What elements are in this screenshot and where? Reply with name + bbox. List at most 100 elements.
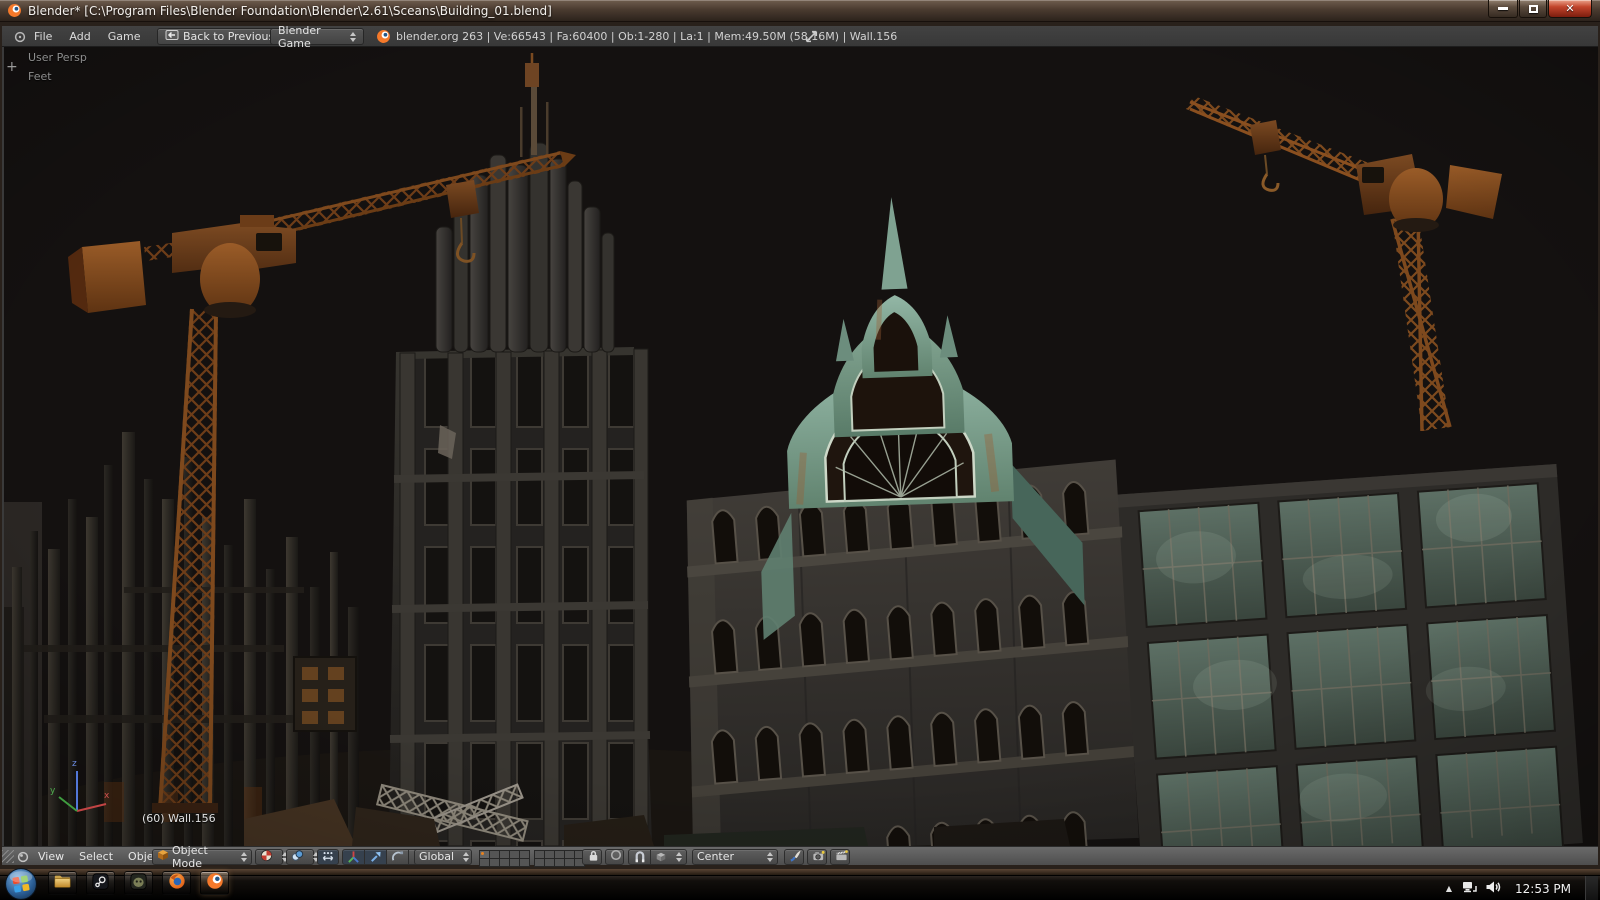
firefox-icon [168,872,186,894]
taskbar-blender-button[interactable] [200,871,229,895]
pivot-spheres-icon [291,849,304,865]
folder-icon [53,873,72,893]
volume-icon[interactable] [1485,879,1501,898]
show-desktop-button[interactable] [1585,876,1598,900]
svg-text:y: y [50,786,56,796]
proportional-edit-toggle[interactable] [605,848,624,865]
viewport-scene [4,47,1598,846]
layer-cell[interactable] [490,859,499,866]
opengl-render-anim-button[interactable] [830,848,850,865]
svg-text:z: z [72,759,77,769]
taskbar: ▲ 12:53 PM [0,868,1600,900]
taskbar-explorer-button[interactable] [48,871,77,895]
layer-group-2 [534,850,585,867]
minimize-button[interactable] [1488,0,1518,18]
menu-select[interactable]: Select [79,847,113,866]
editor-type-icon[interactable] [14,31,26,46]
blender-icon [206,872,224,894]
layer-cell[interactable] [565,851,574,858]
menu-add[interactable]: Add [69,26,90,47]
layer-cell[interactable] [520,859,529,866]
unit-label: Feet [28,70,52,83]
blender-logo-icon [376,29,391,47]
menu-game[interactable]: Game [108,26,141,47]
taskbar-dark-app-button[interactable] [124,871,153,895]
layers-widget [479,850,585,867]
region-expand-icon[interactable]: + [6,59,18,75]
start-button[interactable] [4,867,38,900]
view-menus: View Select Object [38,847,164,866]
translate-manipulator-toggle[interactable] [364,848,387,865]
viewport-3d[interactable]: + User Persp Feet (60) Wall.156 z x y [2,47,1598,846]
maximize-button[interactable] [1519,0,1547,18]
layer-cell[interactable] [535,851,544,858]
layer-cell[interactable] [565,859,574,866]
dropdown-arrows-icon [235,851,247,862]
taskbar-buttons [48,871,229,895]
orientation-select[interactable]: Global [414,848,472,865]
pivot-point-select[interactable] [286,848,319,865]
layer-cell[interactable] [500,851,509,858]
layer-cell[interactable] [510,851,519,858]
manipulate-center-points-toggle[interactable] [317,848,339,865]
layer-group-1 [479,850,530,867]
manipulator-axes-toggle[interactable] [342,848,365,865]
paintbrush-button[interactable] [784,848,804,865]
layer-cell[interactable] [535,859,544,866]
system-tray: ▲ 12:53 PM [1446,876,1600,900]
layer-cell[interactable] [500,859,509,866]
taskbar-steam-button[interactable] [86,871,115,895]
layer-cell[interactable] [545,851,554,858]
opengl-render-still-button[interactable] [807,848,827,865]
info-header: File Add Game Help Back to Previous Blen… [2,24,1598,50]
steam-icon [92,872,109,894]
editor-type-icon-3d[interactable] [17,851,29,866]
axis-gizmo: z x y [50,759,110,812]
dropdown-arrows-icon [670,851,682,862]
layer-cell[interactable] [510,859,519,866]
close-button[interactable]: ✕ [1548,0,1592,18]
rotate-manipulator-toggle[interactable] [386,848,409,865]
snap-target-select[interactable]: Center [692,848,778,865]
dropdown-arrows-icon [344,31,356,42]
view-name-label: User Persp [28,51,87,64]
paintbrush-icon [789,849,802,865]
snap-group [628,848,687,865]
clapperboard-icon [835,849,848,865]
dropdown-arrows-icon [457,851,470,862]
resize-grip[interactable] [2,850,14,863]
layer-cell[interactable] [555,859,564,866]
mode-select[interactable]: Object Mode [152,844,252,870]
window-title: Blender* [C:\Program Files\Blender Found… [28,4,552,18]
lock-to-scene-toggle[interactable] [582,848,602,865]
tray-expand-icon[interactable]: ▲ [1446,884,1452,893]
shading-sphere-icon [260,849,273,865]
clock[interactable]: 12:53 PM [1509,882,1577,896]
layer-cell[interactable] [545,859,554,866]
screen: Blender* [C:\Program Files\Blender Found… [0,0,1600,900]
menu-view[interactable]: View [38,847,64,866]
viewport-shading-select[interactable] [255,848,288,865]
window-titlebar[interactable]: Blender* [C:\Program Files\Blender Found… [0,0,1600,22]
dropdown-arrows-icon [761,851,773,862]
snap-magnet-toggle[interactable] [628,848,651,865]
fullscreen-toggle-icon[interactable] [804,29,819,47]
viewport-header: View Select Object Object Mode Global Ce… [2,844,1598,870]
lock-icon [587,849,600,865]
camera-render-icon [812,849,825,865]
engine-select[interactable]: Blender Game [270,24,364,50]
blender-app-icon [7,3,22,18]
svg-text:x: x [104,791,110,801]
back-to-previous-button[interactable]: Back to Previous [157,28,283,45]
menu-file[interactable]: File [34,26,52,47]
layer-cell[interactable] [520,851,529,858]
taskbar-firefox-button[interactable] [162,871,191,895]
cube-icon [157,849,169,864]
network-icon[interactable] [1460,879,1477,898]
snap-element-select[interactable] [650,848,687,865]
layer-cell[interactable] [480,859,489,866]
proportional-circle-icon [610,849,622,864]
layer-cell[interactable] [490,851,499,858]
layer-cell[interactable] [555,851,564,858]
layer-cell[interactable] [480,851,489,858]
